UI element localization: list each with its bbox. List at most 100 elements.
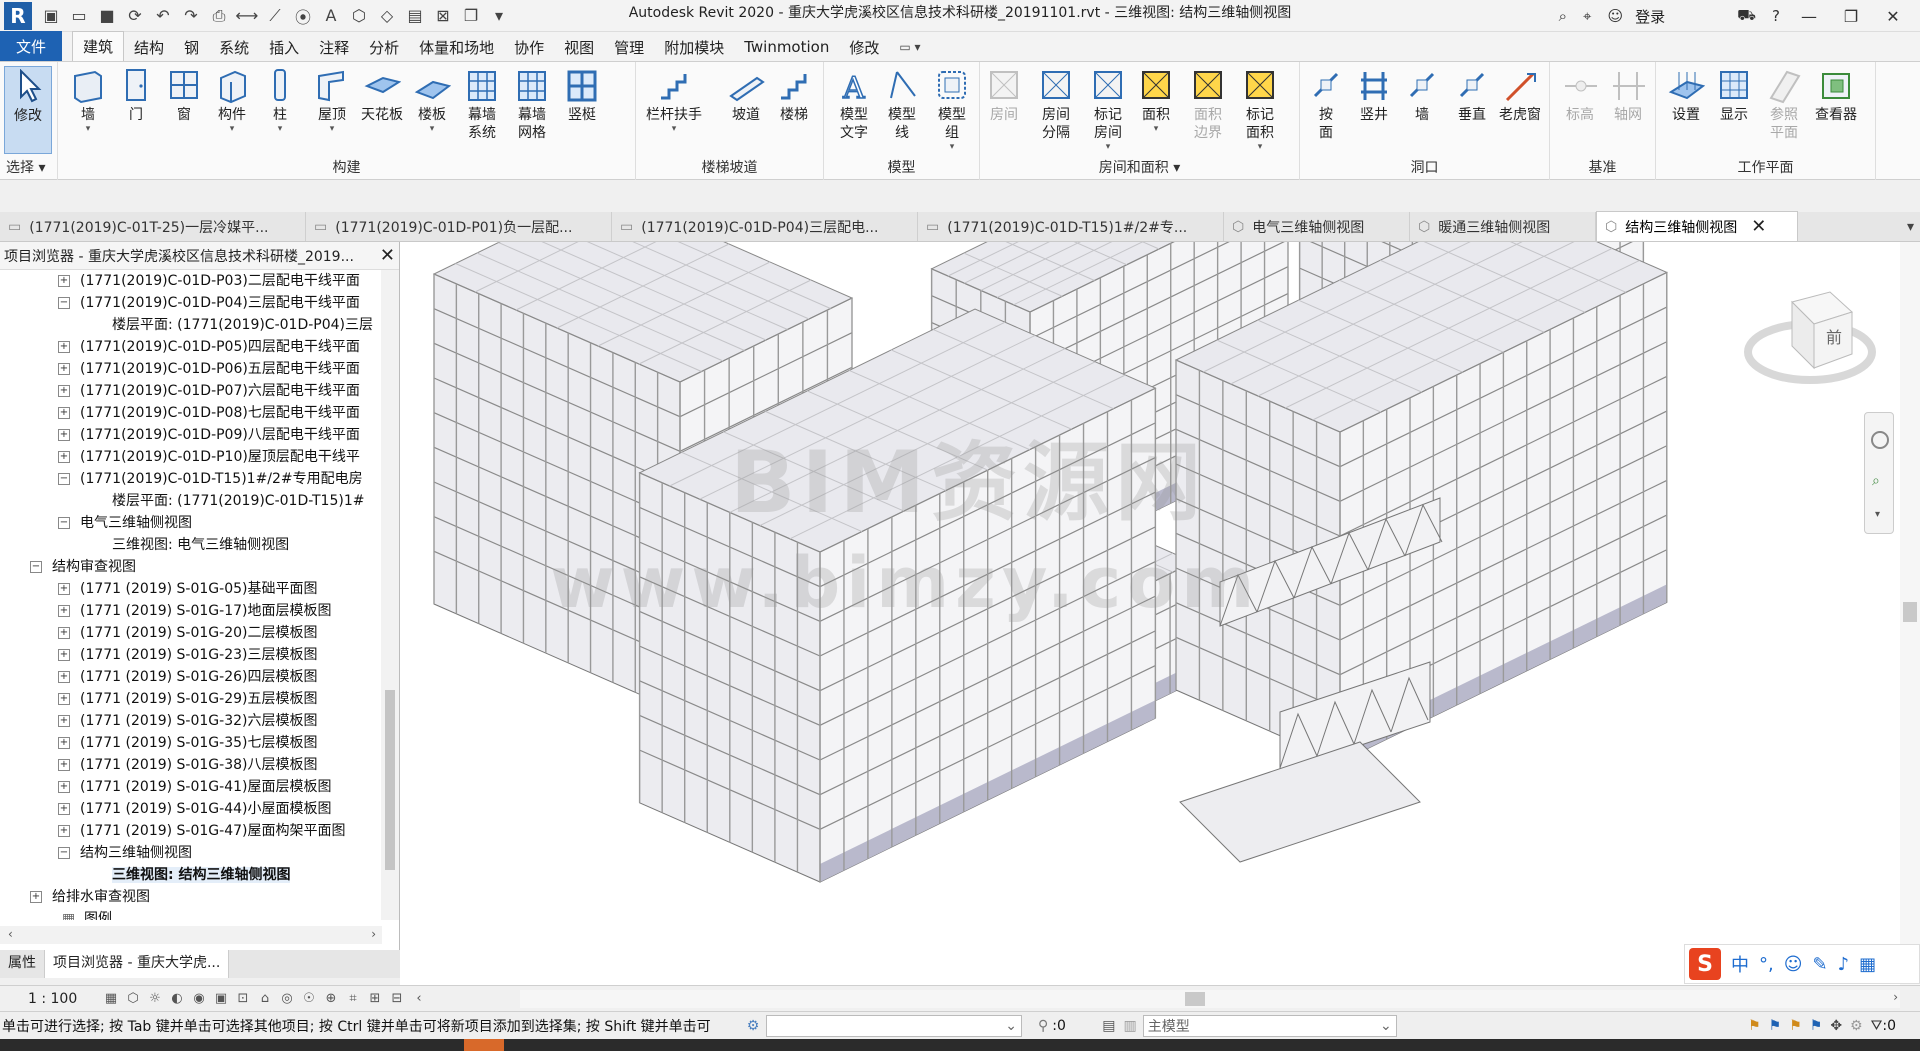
expand-icon[interactable]: +	[58, 759, 70, 771]
ribbon-tab[interactable]: 结构	[124, 33, 174, 61]
tree-item[interactable]: + (1771 (2019) S-01G-26)四层模板图	[0, 666, 382, 688]
model-text-button[interactable]: A 模型 文字	[830, 66, 878, 154]
qat-dropdown-icon[interactable]: ▾	[486, 3, 512, 29]
text-icon[interactable]: A	[318, 3, 344, 29]
select-underlay-icon[interactable]: ⚑	[1769, 1018, 1782, 1034]
tree-item[interactable]: + (1771 (2019) S-01G-17)地面层模板图	[0, 600, 382, 622]
cart-icon[interactable]: ⛟	[1733, 6, 1760, 26]
tree-item[interactable]: 三维视图: 结构三维轴侧视图	[0, 864, 382, 886]
expand-icon[interactable]: +	[58, 825, 70, 837]
scroll-left-icon[interactable]: ‹	[8, 927, 13, 941]
ribbon-tab[interactable]: 协作	[504, 33, 554, 61]
revit-logo-icon[interactable]: R	[4, 1, 32, 30]
expand-icon[interactable]: +	[58, 781, 70, 793]
expand-icon[interactable]: +	[58, 693, 70, 705]
stairs-ramp-button[interactable]: 坡道	[722, 66, 770, 154]
room-area-button[interactable]: 标记 面积 ▾	[1236, 66, 1284, 154]
tree-item[interactable]: + (1771 (2019) S-01G-32)六层模板图	[0, 710, 382, 732]
ribbon-tab[interactable]: 视图	[554, 33, 604, 61]
expand-icon[interactable]: +	[58, 385, 70, 397]
tree-item[interactable]: − 结构三维轴侧视图	[0, 842, 382, 864]
login-link[interactable]: 登录	[1635, 6, 1665, 27]
redo-icon[interactable]: ↷	[178, 3, 204, 29]
browser-horizontal-scrollbar[interactable]: ‹ ›	[0, 926, 382, 944]
tree-item[interactable]: 楼层平面: (1771(2019)C-01D-P04)三层	[0, 314, 382, 336]
h-scroll-right-icon[interactable]: ›	[1893, 990, 1898, 1004]
ribbon-tab[interactable]: 分析	[359, 33, 409, 61]
tree-item[interactable]: + (1771 (2019) S-01G-20)二层模板图	[0, 622, 382, 644]
open-icon[interactable]: ▣	[38, 3, 64, 29]
viewport-horizontal-scrollbar[interactable]: ›	[520, 990, 1900, 1008]
build-grid-button[interactable]: 幕墙 系统	[458, 66, 506, 154]
tree-item[interactable]: − 结构审查视图	[0, 556, 382, 578]
constraints-icon[interactable]: ⊞	[364, 991, 386, 1006]
ribbon-tab[interactable]: 修改	[839, 33, 889, 61]
undo-icon[interactable]: ↶	[150, 3, 176, 29]
model-group-button[interactable]: 模型 组 ▾	[928, 66, 976, 154]
tree-item[interactable]: 三维视图: 电气三维轴侧视图	[0, 534, 382, 556]
search-icon[interactable]: ⌕	[1555, 7, 1571, 25]
filter-icon[interactable]: ⛛	[1871, 1018, 1883, 1034]
tree-item[interactable]: ▦ 图例	[0, 908, 382, 920]
tree-item[interactable]: + (1771(2019)C-01D-P05)四层配电干线平面	[0, 336, 382, 358]
build-column-button[interactable]: 柱 ▾	[256, 66, 304, 154]
design-option-lock-icon[interactable]: ▥	[1124, 1018, 1137, 1034]
room-room-button[interactable]: 房间	[980, 66, 1028, 154]
crop-view-icon[interactable]: ▣	[210, 991, 232, 1006]
collapse-icon[interactable]: −	[58, 297, 70, 309]
workplane-ref-button[interactable]: 参照 平面	[1760, 66, 1808, 154]
ime-lang-toggle[interactable]: 中	[1731, 951, 1749, 977]
minimize-button[interactable]: —	[1792, 7, 1826, 26]
workplane-set-button[interactable]: 设置	[1662, 66, 1710, 154]
tabs-dropdown-icon[interactable]: ▾	[1901, 213, 1920, 241]
help-icon[interactable]: ?	[1768, 7, 1784, 25]
document-tab[interactable]: ▭ (1771(2019)C-01D-T15)1#/2#专...	[918, 212, 1224, 241]
workplane-show-button[interactable]: 显示	[1710, 66, 1758, 154]
collapse-icon[interactable]: −	[58, 847, 70, 859]
opening-opening-button[interactable]: 按 面	[1302, 66, 1350, 154]
tree-item[interactable]: + (1771 (2019) S-01G-29)五层模板图	[0, 688, 382, 710]
select-links-icon[interactable]: ⚑	[1748, 1018, 1761, 1034]
document-tab[interactable]: ▭ (1771(2019)C-01D-P04)三层配电...	[612, 212, 918, 241]
worksharing-icon[interactable]: ⊕	[320, 991, 342, 1006]
tree-item[interactable]: − (1771(2019)C-01D-T15)1#/2#专用配电房	[0, 468, 382, 490]
view-scale[interactable]: 1 : 100	[0, 991, 100, 1007]
close-icon[interactable]: ✕	[380, 245, 395, 266]
tree-item[interactable]: + (1771 (2019) S-01G-38)八层模板图	[0, 754, 382, 776]
editable-only-icon[interactable]: ⚲	[1038, 1018, 1048, 1034]
opening-opening-button[interactable]: 墙	[1398, 66, 1446, 154]
user-icon[interactable]: ☺	[1604, 7, 1628, 25]
analytical-icon[interactable]: ⌗	[342, 991, 364, 1006]
scroll-thumb[interactable]	[385, 690, 395, 870]
expand-icon[interactable]: +	[58, 627, 70, 639]
ribbon-tab[interactable]: 注释	[309, 33, 359, 61]
tag-icon[interactable]: ⦿	[290, 3, 316, 29]
opening-dormer-button[interactable]: 老虎窗	[1496, 66, 1544, 154]
nav-dropdown-icon[interactable]: ▾	[1875, 509, 1880, 520]
switch-windows-icon[interactable]: ❐	[458, 3, 484, 29]
tree-item[interactable]: + (1771(2019)C-01D-P08)七层配电干线平面	[0, 402, 382, 424]
ribbon-options-icon[interactable]: ▭ ▾	[889, 33, 930, 61]
scroll-right-icon[interactable]: ›	[371, 927, 376, 941]
workplane-viewer-button[interactable]: 查看器	[1812, 66, 1860, 154]
drag-on-select-icon[interactable]: ✥	[1830, 1018, 1842, 1034]
render-icon[interactable]: ◉	[188, 991, 210, 1006]
close-icon[interactable]: ✕	[1751, 216, 1766, 237]
browser-vertical-scrollbar[interactable]	[381, 270, 399, 920]
sun-path-icon[interactable]: ☼	[144, 991, 166, 1006]
opening-shaft-button[interactable]: 竖井	[1350, 66, 1398, 154]
build-window-button[interactable]: 窗	[160, 66, 208, 154]
viewport-scroll-thumb[interactable]	[1903, 602, 1917, 622]
steering-wheel-icon[interactable]	[1871, 431, 1889, 449]
print-icon[interactable]: ⎙	[206, 3, 232, 29]
select-by-face-icon[interactable]: ⚑	[1810, 1018, 1823, 1034]
tree-item[interactable]: + (1771(2019)C-01D-P03)二层配电干线平面	[0, 270, 382, 292]
design-option-combo[interactable]: 主模型 ⌄	[1142, 1014, 1397, 1037]
grid-icon[interactable]: ▦	[1859, 954, 1876, 975]
collapse-icon[interactable]: −	[30, 561, 42, 573]
stairs-stair-button[interactable]: 栏杆扶手 ▾	[646, 66, 702, 154]
build-wall-button[interactable]: 墙 ▾	[64, 66, 112, 154]
sogou-logo-icon[interactable]: S	[1689, 948, 1721, 980]
reveal-hidden-icon[interactable]: ☉	[298, 991, 320, 1006]
build-floor-button[interactable]: 楼板 ▾	[408, 66, 456, 154]
